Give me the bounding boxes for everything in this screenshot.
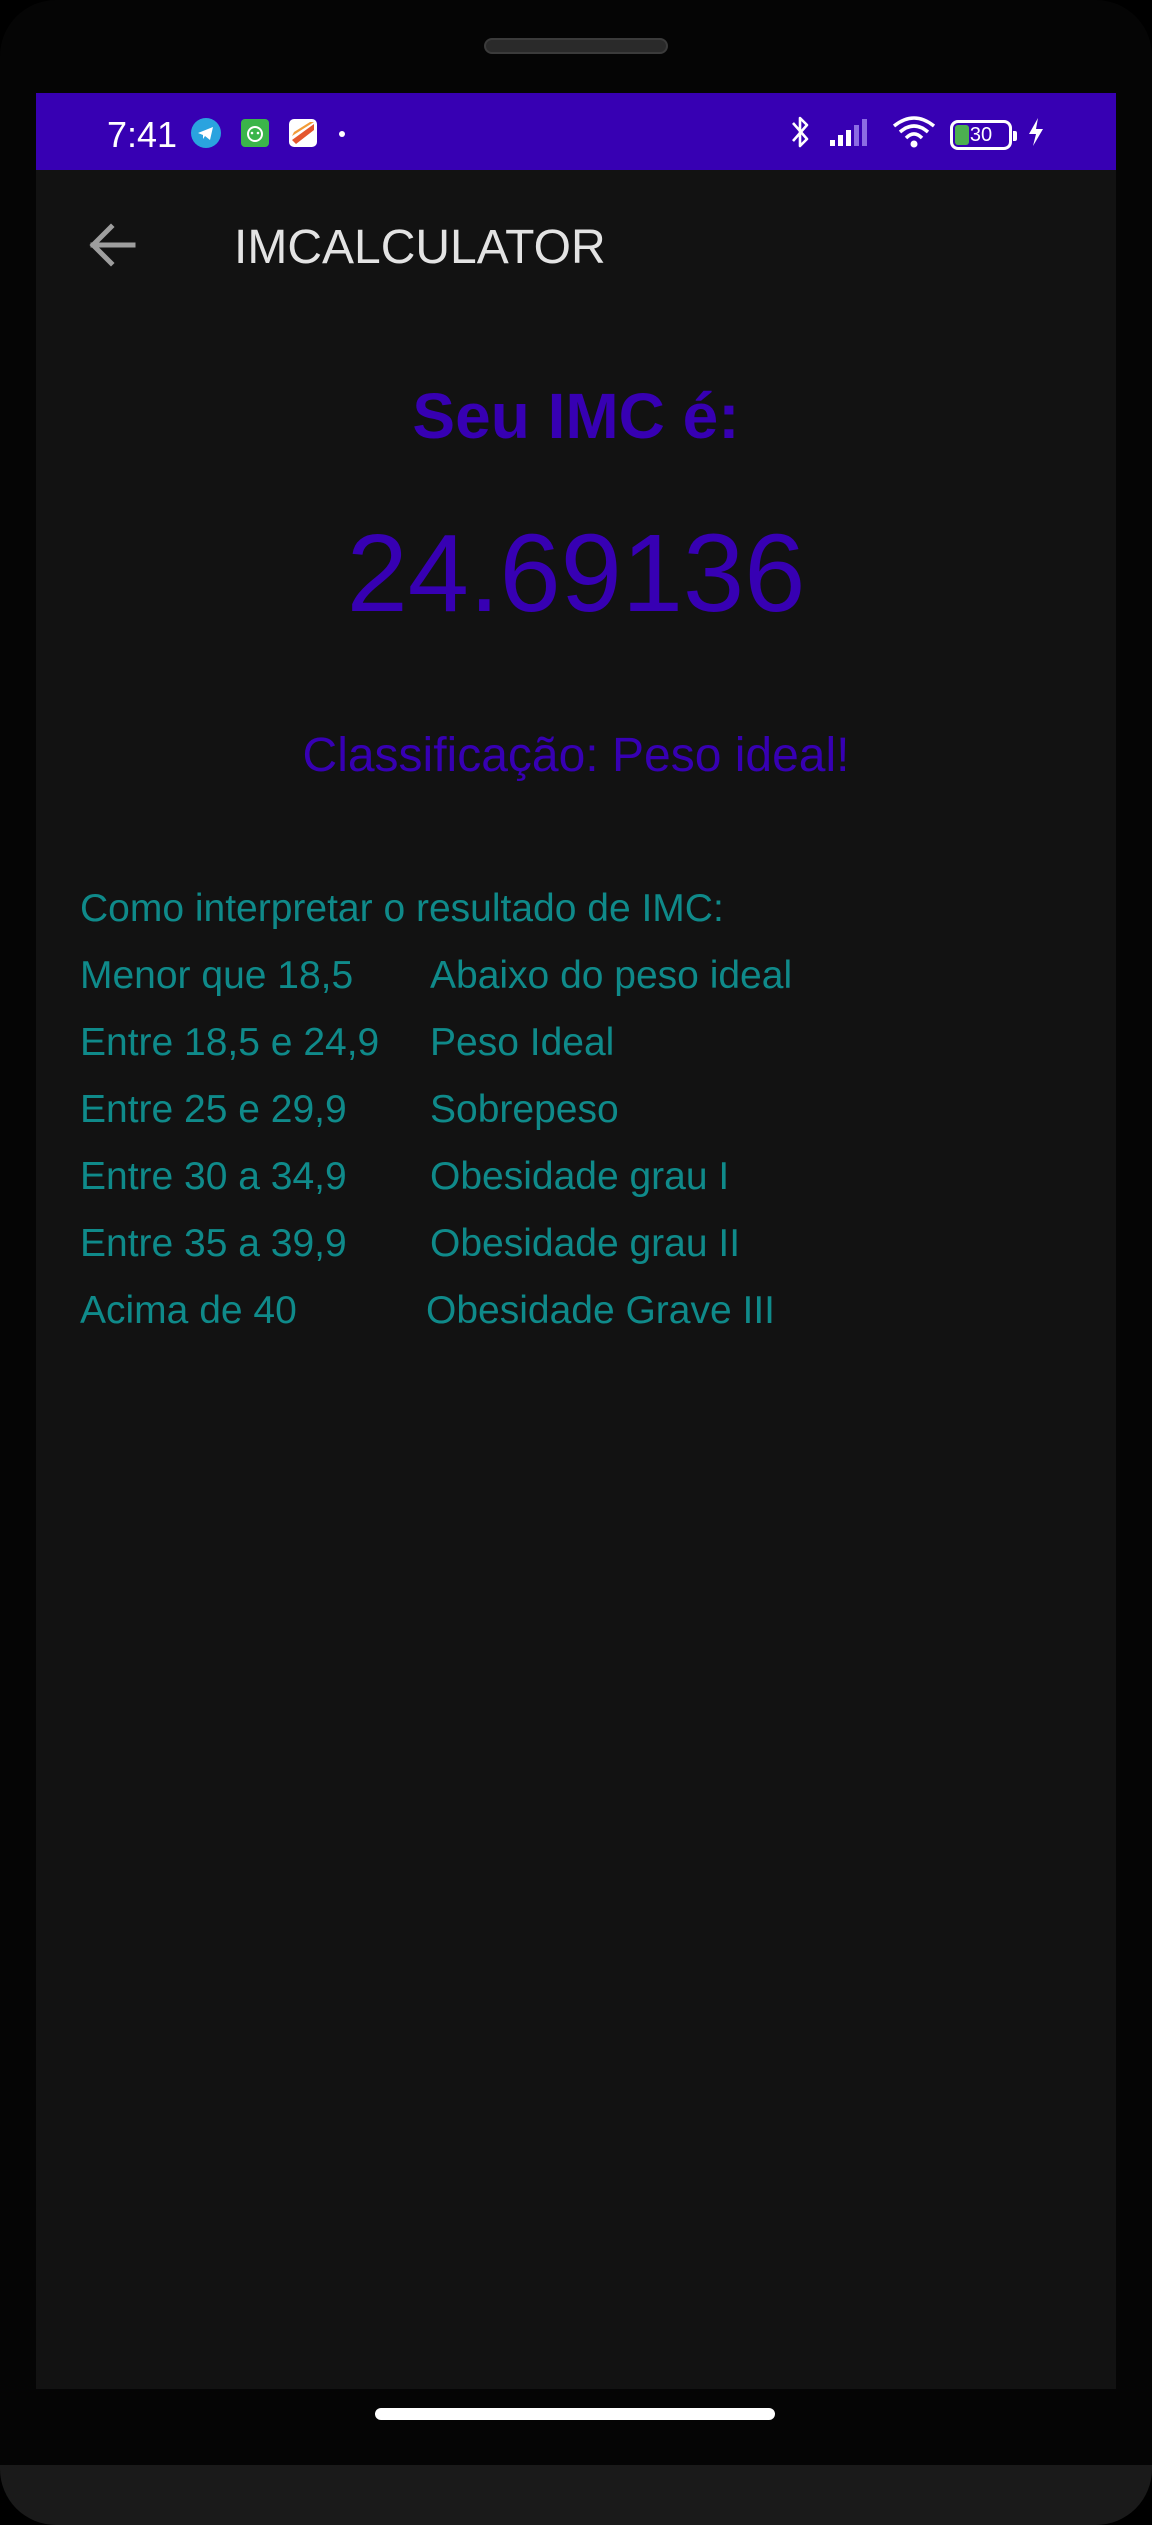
battery-fill <box>955 124 969 145</box>
status-bar: 7:41 30 <box>36 93 1116 170</box>
dot-icon <box>336 127 348 145</box>
result-heading: Seu IMC é: <box>412 380 740 452</box>
bluetooth-icon <box>788 113 814 156</box>
bmi-category: Peso Ideal <box>430 1021 615 1064</box>
interpretation-row: Acima de 40 Obesidade Grave III <box>80 1287 1080 1354</box>
bmi-range: Entre 18,5 e 24,9 <box>80 1021 380 1064</box>
interpretation-row: Entre 35 a 39,9 Obesidade grau II <box>80 1220 1080 1287</box>
bmi-value: 24.69136 <box>346 512 806 635</box>
status-notification-icons <box>190 117 348 154</box>
interpretation-row: Entre 30 a 34,9 Obesidade grau I <box>80 1153 1080 1220</box>
interpretation-row: Menor que 18,5 Abaixo do peso ideal <box>80 952 1080 1019</box>
back-button[interactable] <box>80 215 144 279</box>
device-bottom-bezel <box>0 2465 1152 2525</box>
status-system-icons: 30 <box>788 113 1046 156</box>
arrow-back-icon <box>87 222 137 273</box>
interpretation-table: Como interpretar o resultado de IMC: Men… <box>80 885 1080 1354</box>
earpiece-speaker <box>484 38 668 54</box>
interpretation-row: Entre 18,5 e 24,9 Peso Ideal <box>80 1019 1080 1086</box>
bmi-category: Obesidade grau II <box>430 1222 741 1265</box>
android-icon <box>240 118 270 153</box>
bmi-category: Abaixo do peso ideal <box>430 954 793 997</box>
bmi-category: Obesidade grau I <box>430 1155 730 1198</box>
interpretation-row: Entre 25 e 29,9 Sobrepeso <box>80 1086 1080 1153</box>
bmi-range: Menor que 18,5 <box>80 954 354 997</box>
battery-level: 30 <box>969 123 993 146</box>
bmi-category: Sobrepeso <box>430 1088 619 1131</box>
battery-icon: 30 <box>950 119 1017 150</box>
bmi-range: Acima de 40 <box>80 1289 297 1332</box>
bmi-category: Obesidade Grave III <box>426 1289 776 1332</box>
app-bar: IMCALCULATOR <box>36 170 1116 324</box>
app-icon <box>288 118 318 153</box>
interpretation-title: Como interpretar o resultado de IMC: <box>80 887 724 930</box>
bmi-classification: Classificação: Peso ideal! <box>302 729 850 782</box>
phone-device: 7:41 30 IMCALCULATOR Seu IMC é: 24.69136… <box>0 0 1152 2525</box>
bmi-range: Entre 35 a 39,9 <box>80 1222 347 1265</box>
wifi-icon <box>892 114 936 155</box>
telegram-icon <box>190 117 222 154</box>
status-time: 7:41 <box>107 114 178 155</box>
bmi-range: Entre 25 e 29,9 <box>80 1088 347 1131</box>
app-screen: 7:41 30 IMCALCULATOR Seu IMC é: 24.69136… <box>36 93 1116 2389</box>
home-gesture-bar[interactable] <box>375 2408 775 2420</box>
bmi-range: Entre 30 a 34,9 <box>80 1155 347 1198</box>
signal-icon <box>828 116 878 153</box>
app-title: IMCALCULATOR <box>234 221 606 274</box>
charging-icon <box>1026 117 1046 152</box>
